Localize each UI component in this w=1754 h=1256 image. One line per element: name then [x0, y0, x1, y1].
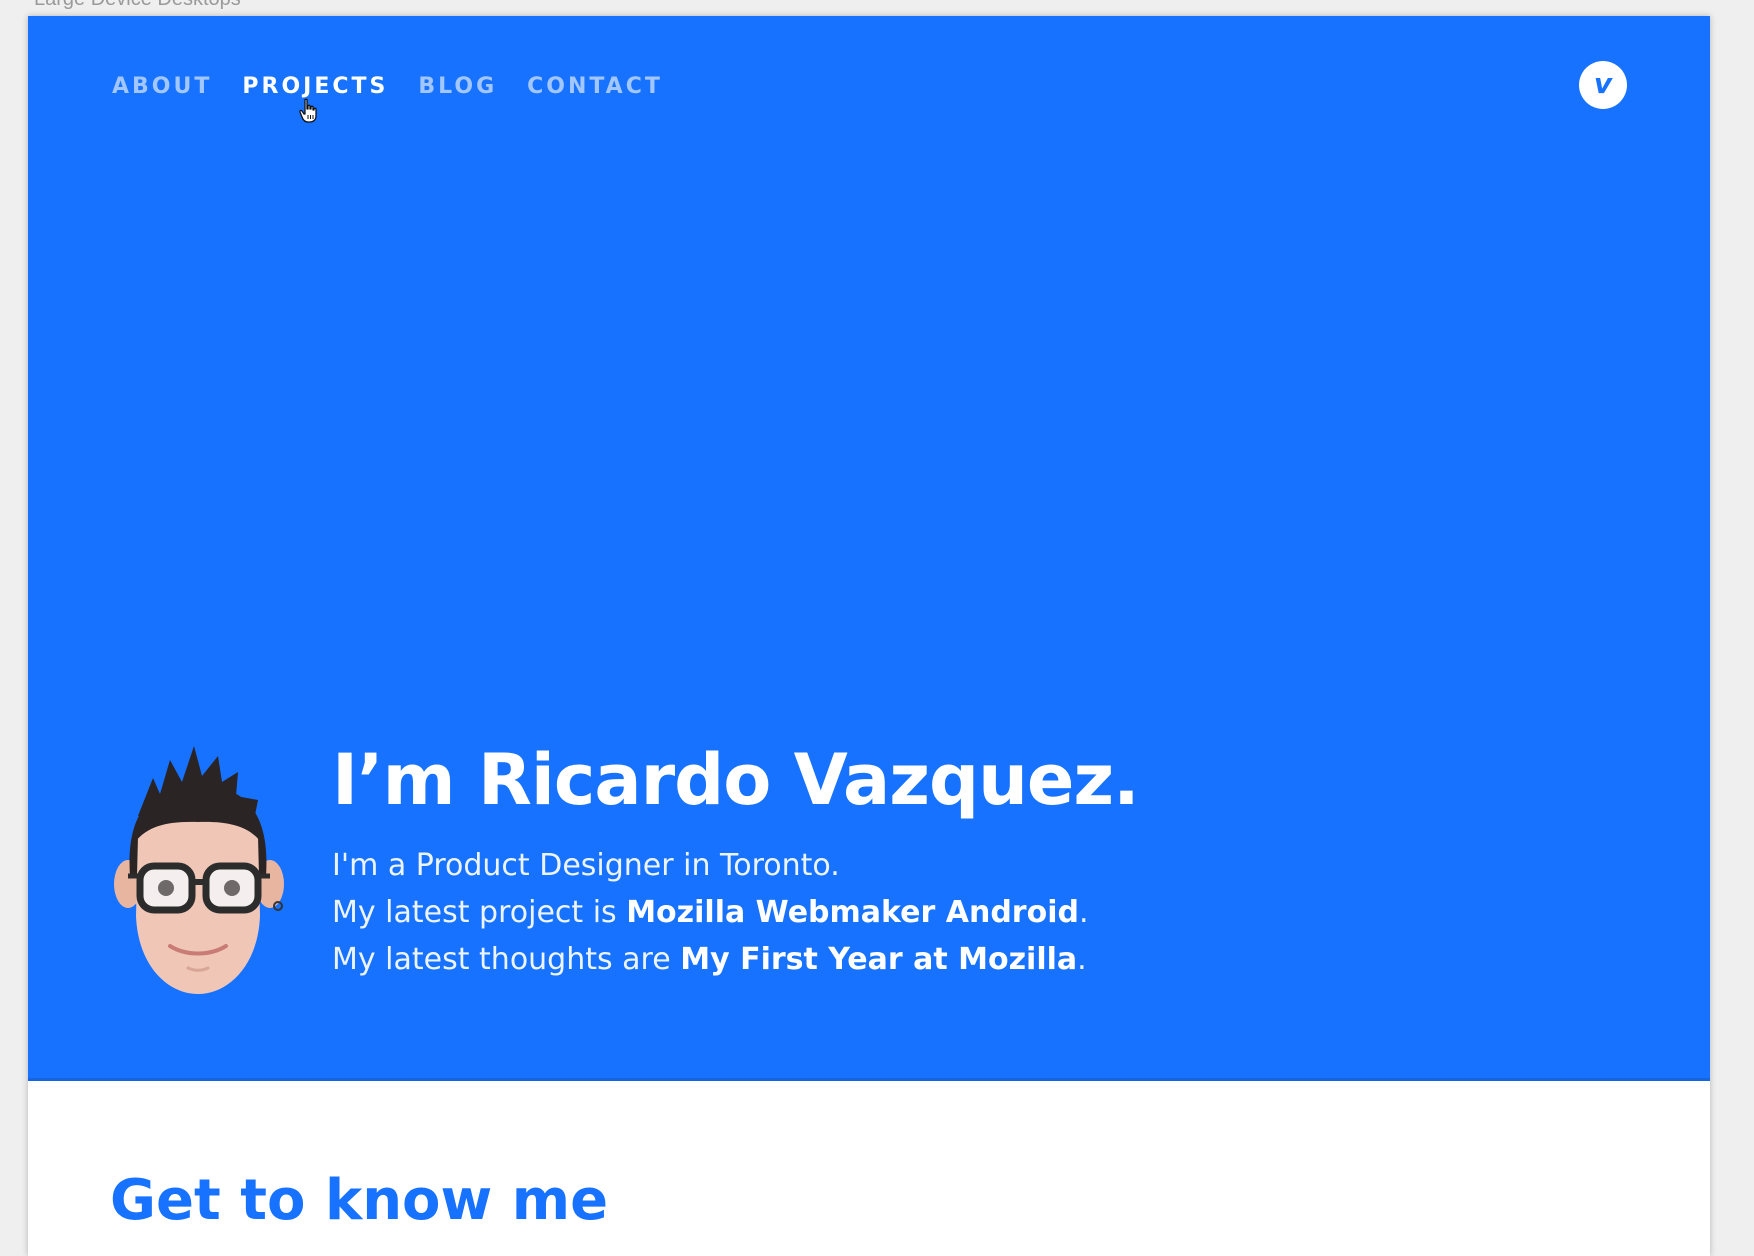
- main-nav: ABOUT PROJECTS BLOG CONTACT: [112, 72, 693, 102]
- avatar-illustration: [114, 746, 284, 994]
- latest-project-link[interactable]: Mozilla Webmaker Android: [626, 895, 1079, 930]
- logo-letter: v: [1593, 67, 1613, 100]
- nav-item-blog[interactable]: BLOG: [418, 72, 497, 102]
- latest-thoughts-link[interactable]: My First Year at Mozilla: [680, 942, 1077, 977]
- frame-caption: Large Device Desktops: [34, 0, 241, 11]
- nav-item-contact[interactable]: CONTACT: [527, 72, 663, 102]
- intro-block: I’m Ricardo Vazquez. I'm a Product Desig…: [332, 738, 1332, 983]
- device-frame: ABOUT PROJECTS BLOG CONTACT v I’m Ricard…: [28, 16, 1710, 1256]
- intro-line-2-prefix: My latest project is: [332, 895, 627, 930]
- vimeo-logo-icon[interactable]: v: [1579, 61, 1627, 109]
- intro-line-3: My latest thoughts are My First Year at …: [332, 936, 1332, 983]
- intro-line-1: I'm a Product Designer in Toronto.: [332, 848, 840, 883]
- intro-line-2-suffix: .: [1078, 895, 1089, 930]
- nav-item-about[interactable]: ABOUT: [112, 72, 212, 102]
- hero-section: ABOUT PROJECTS BLOG CONTACT v I’m Ricard…: [28, 16, 1710, 1081]
- page-title: I’m Ricardo Vazquez.: [332, 739, 1140, 821]
- intro-line-2: My latest project is Mozilla Webmaker An…: [332, 889, 1332, 936]
- intro-line-3-prefix: My latest thoughts are: [332, 942, 681, 977]
- intro-line-3-suffix: .: [1077, 942, 1087, 977]
- hand-cursor-icon: [299, 98, 317, 123]
- section-title: Get to know me: [110, 1168, 609, 1233]
